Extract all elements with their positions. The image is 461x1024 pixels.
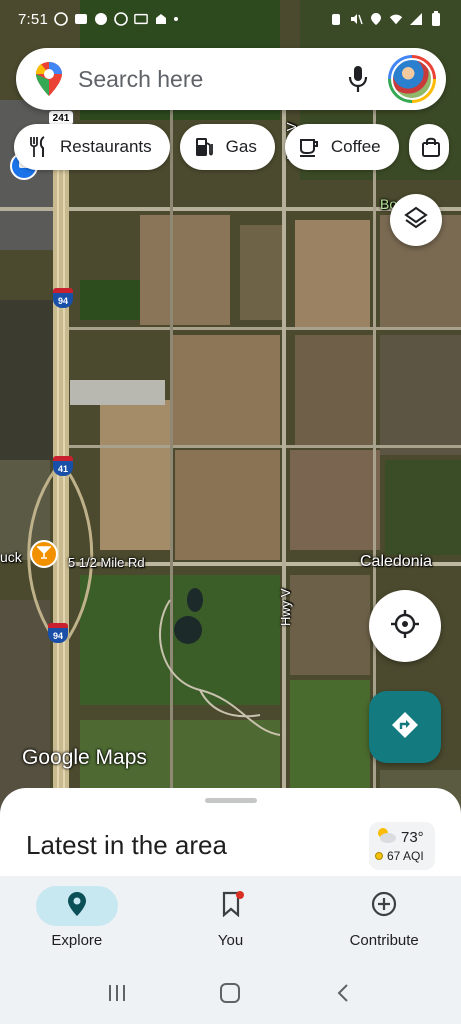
interstate-shield: 94	[48, 623, 68, 643]
battery-icon	[429, 11, 443, 26]
my-location-button[interactable]	[369, 590, 441, 662]
poi-label[interactable]: uck	[0, 549, 22, 565]
layers-button[interactable]	[390, 194, 442, 246]
coffee-cup-icon	[297, 135, 321, 159]
interstate-shield: 41	[53, 456, 73, 476]
system-navigation-bar	[0, 966, 461, 1024]
aqi-indicator-dot	[375, 852, 383, 860]
home-icon	[219, 982, 241, 1009]
bar-poi-marker[interactable]	[30, 540, 58, 568]
notification-icon	[74, 12, 88, 26]
search-bar[interactable]: Search here	[16, 48, 446, 110]
nav-icon-container	[343, 886, 425, 926]
more-notifications-dot	[174, 17, 178, 21]
nav-label: Explore	[51, 932, 103, 949]
notification-icon	[154, 12, 168, 26]
bottom-navigation: Explore You Contribute	[0, 876, 461, 966]
google-maps-logo: Google Maps	[22, 746, 147, 769]
status-time: 7:51	[18, 10, 48, 28]
google-maps-pin-icon	[34, 61, 64, 97]
chip-label: Restaurants	[60, 137, 152, 156]
chip-coffee[interactable]: Coffee	[284, 124, 399, 170]
home-button[interactable]	[210, 975, 250, 1015]
cocktail-icon	[36, 545, 52, 564]
road-label-5-half-mile: 5 1/2 Mile Rd	[68, 555, 145, 570]
nav-icon-container	[190, 886, 272, 926]
shopping-bag-icon	[419, 135, 443, 159]
fork-knife-icon	[26, 135, 50, 159]
nav-active-pill	[35, 886, 118, 926]
recent-apps-icon	[106, 982, 128, 1009]
air-quality-index: 67 AQI	[387, 849, 424, 863]
wifi-icon	[389, 12, 403, 26]
location-pin-icon	[67, 891, 87, 922]
notification-icon	[94, 12, 108, 26]
signal-icon	[409, 12, 423, 26]
back-chevron-icon	[333, 982, 355, 1009]
bottom-sheet[interactable]: Latest in the area 73° 67 AQI	[0, 788, 461, 888]
place-label-caledonia[interactable]: Caledonia	[360, 553, 432, 571]
sheet-drag-handle[interactable]	[205, 798, 257, 803]
weather-temperature: 73°	[401, 829, 424, 846]
chip-label: Coffee	[330, 137, 381, 156]
layers-icon	[403, 205, 429, 236]
status-bar: 7:51	[0, 0, 461, 38]
nav-label: Contribute	[349, 932, 419, 949]
category-chips: Restaurants Gas Coffee	[14, 124, 449, 170]
chip-shopping[interactable]	[408, 124, 449, 170]
location-icon	[369, 12, 383, 26]
profile-photo	[391, 58, 433, 100]
partly-cloudy-icon	[375, 826, 397, 849]
mute-icon	[349, 12, 363, 26]
add-circle-icon	[371, 891, 397, 922]
nav-contribute[interactable]: Contribute	[307, 876, 461, 966]
road-label-hwy-v: Hwy V	[278, 588, 293, 626]
notification-icon	[134, 12, 148, 26]
directions-button[interactable]	[369, 691, 441, 763]
sheet-title: Latest in the area	[26, 830, 227, 860]
nav-explore[interactable]: Explore	[0, 876, 154, 966]
directions-icon	[389, 709, 421, 746]
chip-restaurants[interactable]: Restaurants	[14, 124, 170, 170]
nav-you[interactable]: You	[154, 876, 308, 966]
chip-gas[interactable]: Gas	[179, 124, 275, 170]
back-button[interactable]	[324, 975, 364, 1015]
notification-badge	[235, 891, 244, 899]
recent-apps-button[interactable]	[97, 975, 137, 1015]
notification-icon	[54, 12, 68, 26]
nav-label: You	[217, 932, 244, 949]
interstate-shield: 94	[53, 288, 73, 308]
alarm-icon	[329, 12, 343, 26]
chip-label: Gas	[225, 137, 257, 156]
notification-icon	[114, 12, 128, 26]
crosshair-icon	[390, 609, 420, 644]
gas-pump-icon	[192, 135, 216, 159]
weather-widget[interactable]: 73° 67 AQI	[369, 822, 435, 870]
search-input[interactable]: Search here	[78, 66, 338, 93]
avatar[interactable]	[388, 55, 436, 103]
microphone-icon[interactable]	[338, 59, 378, 99]
